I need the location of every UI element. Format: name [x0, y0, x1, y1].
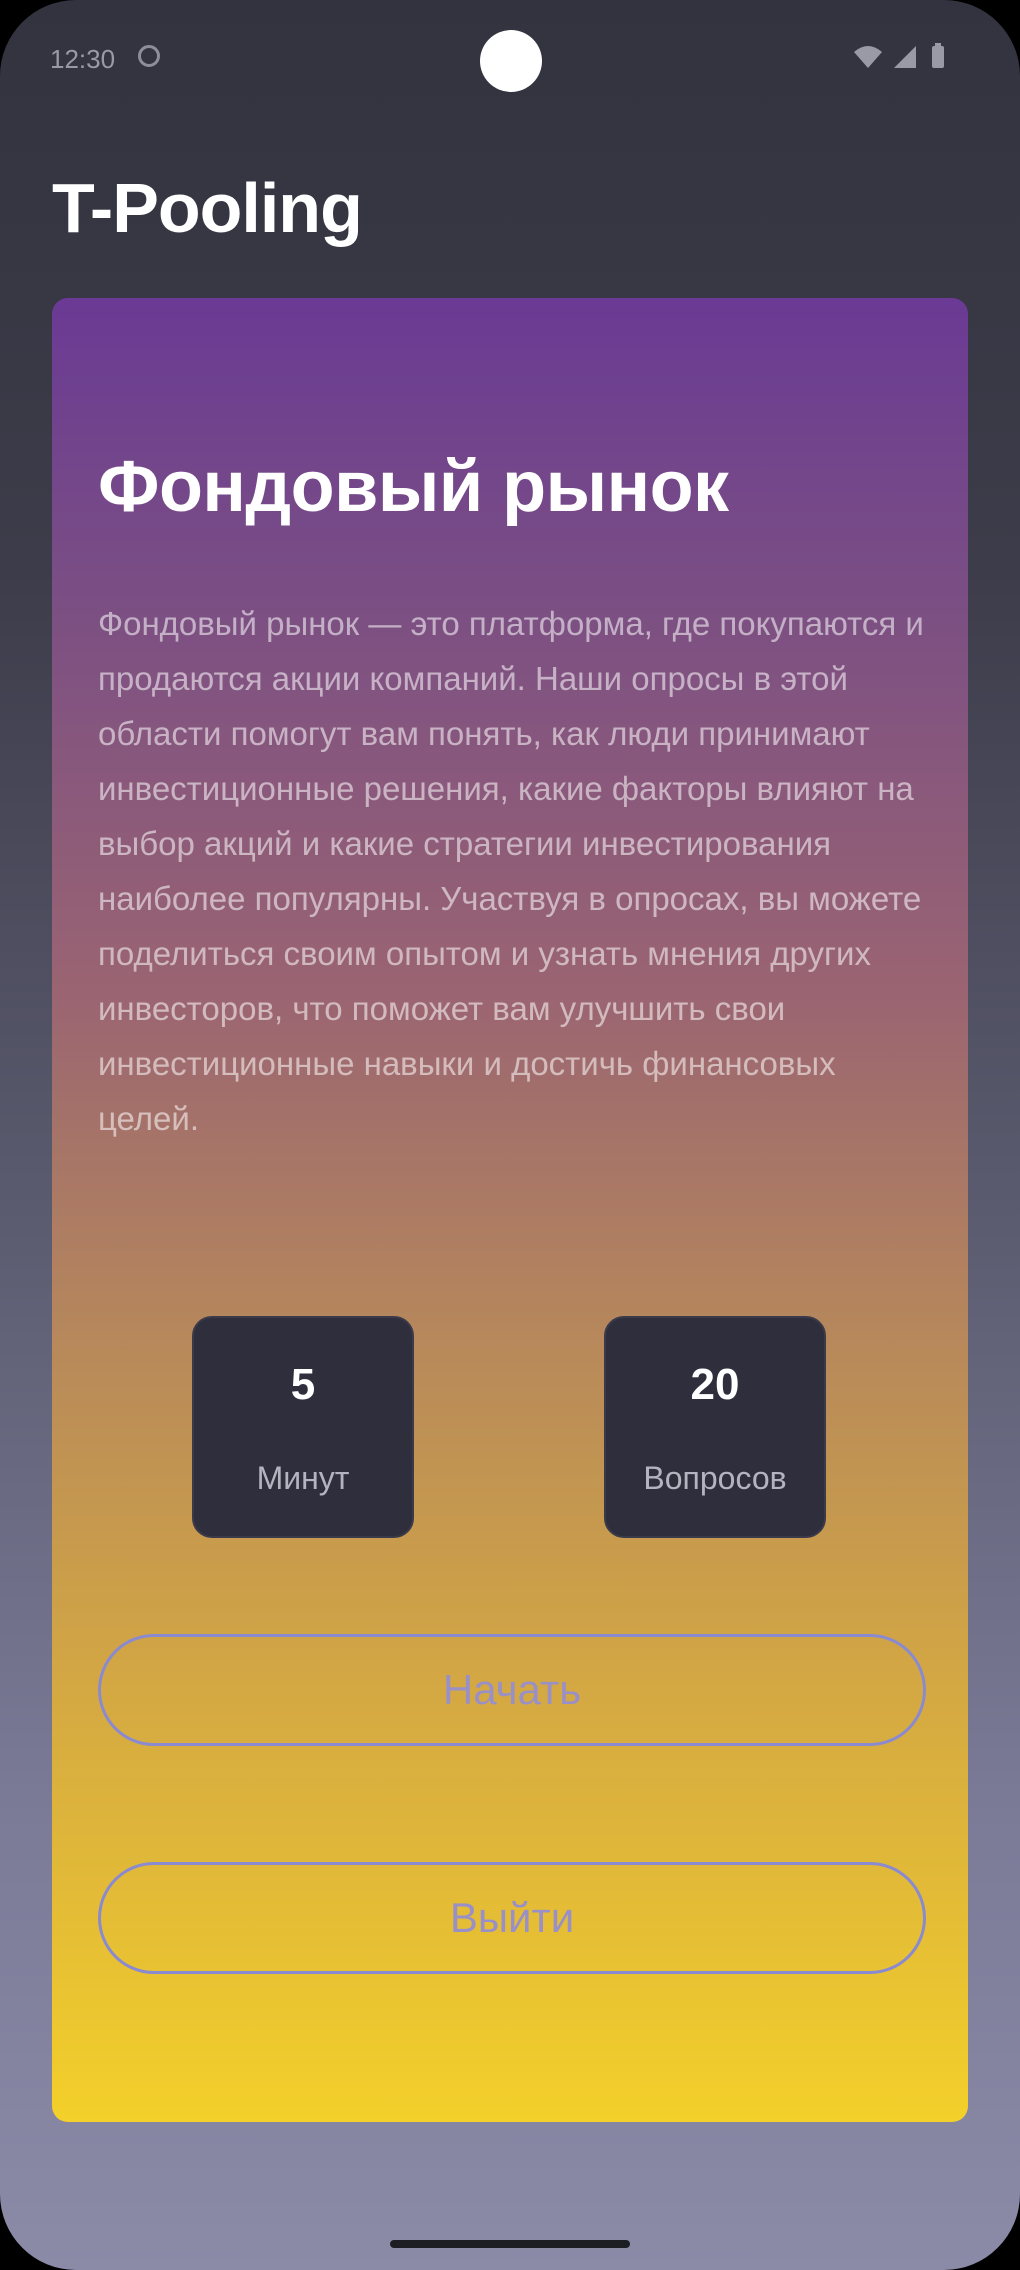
home-indicator[interactable] — [390, 2240, 630, 2248]
battery-icon — [932, 43, 944, 68]
topic-card: Фондовый рынок Фондовый рынок — это плат… — [52, 298, 968, 2122]
phone-screen: 12:30 T-Pooling Фондовый рынок Фондовый … — [0, 0, 1020, 2270]
app-title: T-Pooling — [52, 169, 363, 247]
sync-icon — [138, 45, 160, 67]
status-bar: 12:30 — [0, 0, 1020, 110]
signal-icon — [894, 46, 916, 68]
wifi-icon — [854, 46, 882, 68]
stat-questions-label: Вопросов — [643, 1460, 787, 1496]
status-icons — [850, 42, 960, 72]
status-time: 12:30 — [50, 44, 116, 74]
stat-questions: 20 Вопросов — [604, 1316, 826, 1538]
exit-button[interactable]: Выйти — [98, 1862, 926, 1974]
stat-minutes: 5 Минут — [192, 1316, 414, 1538]
card-description: Фондовый рынок — это платформа, где поку… — [98, 605, 924, 1137]
card-title: Фондовый рынок — [98, 447, 729, 527]
stat-questions-value: 20 — [690, 1360, 740, 1409]
camera-cutout — [480, 30, 542, 92]
stat-minutes-label: Минут — [256, 1460, 350, 1496]
start-button[interactable]: Начать — [98, 1634, 926, 1746]
stat-minutes-value: 5 — [290, 1360, 316, 1409]
